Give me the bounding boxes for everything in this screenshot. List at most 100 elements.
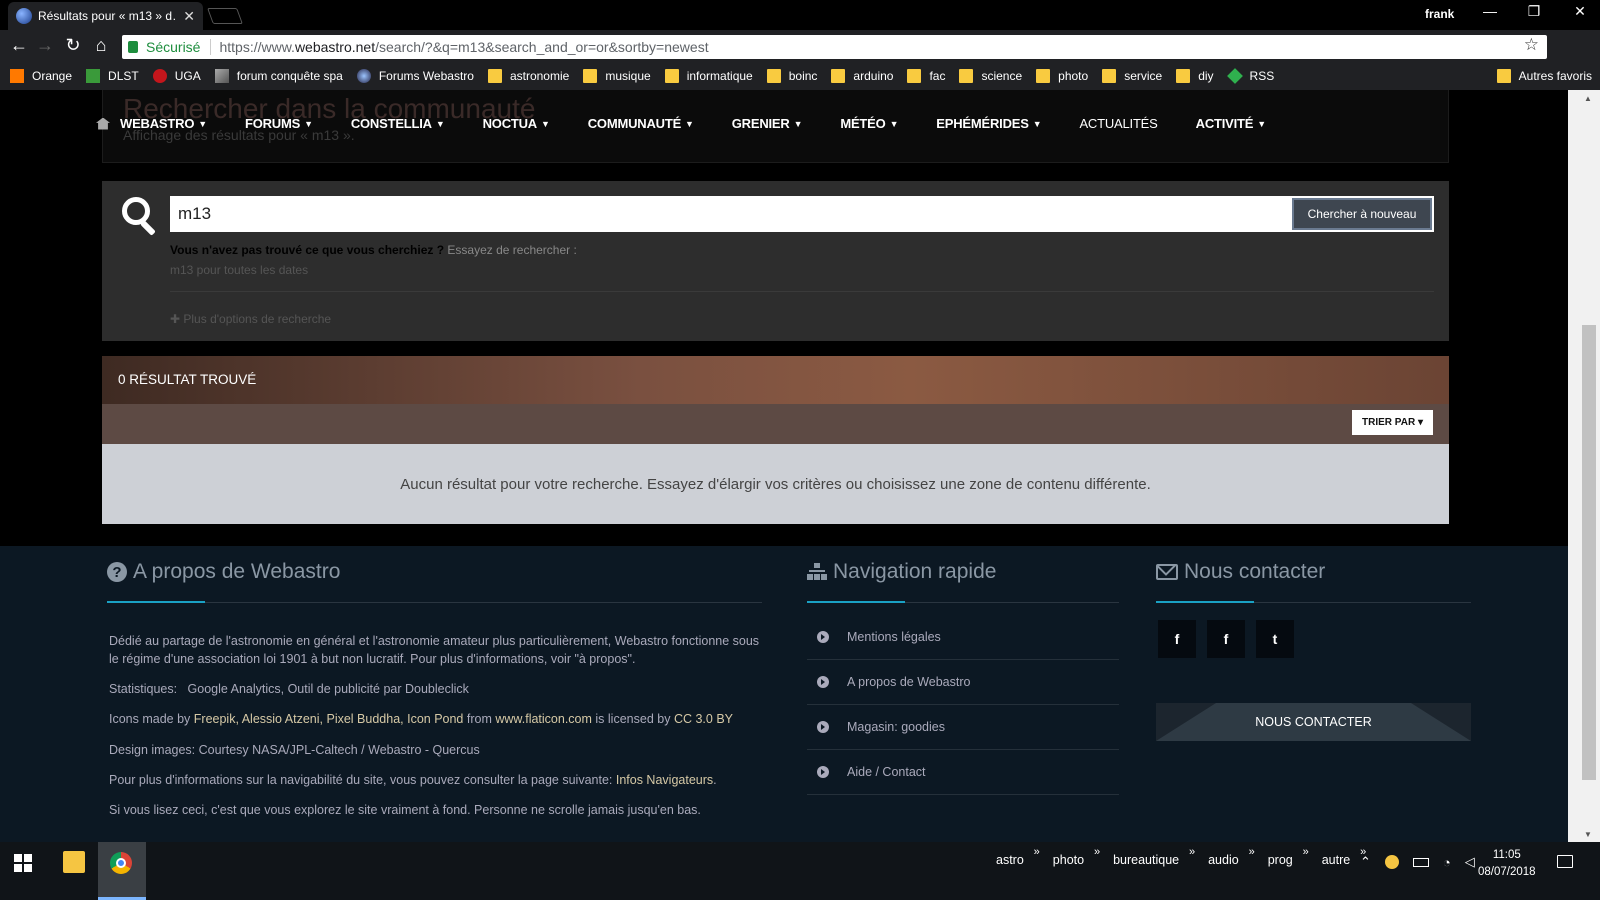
nav-item-label: MÉTÉO bbox=[840, 116, 886, 131]
chrome-taskbar-button[interactable] bbox=[98, 842, 146, 900]
quick-nav-link[interactable]: Magasin: goodies bbox=[807, 705, 1119, 750]
contact-button[interactable]: NOUS CONTACTER bbox=[1156, 703, 1471, 741]
infos-navigateurs-link[interactable]: Infos Navigateurs bbox=[616, 773, 713, 787]
bookmark-item[interactable]: fac bbox=[907, 69, 945, 83]
toolbar-label: astro bbox=[996, 853, 1024, 867]
facebook-icon[interactable]: f bbox=[1158, 620, 1196, 658]
bookmark-item[interactable]: science bbox=[959, 69, 1022, 83]
bookmark-item[interactable]: diy bbox=[1176, 69, 1214, 83]
taskbar-toolbar[interactable]: bureautique » bbox=[1113, 846, 1195, 867]
icons-authors-link[interactable]: Freepik, Alessio Atzeni, Pixel Buddha, I… bbox=[194, 712, 464, 726]
bookmark-item[interactable]: arduino bbox=[831, 69, 893, 83]
system-tray: ⌃ ◔ ◁ bbox=[1360, 854, 1475, 870]
toolbar-label: prog bbox=[1267, 853, 1293, 867]
other-bookmarks[interactable]: Autres favoris bbox=[1496, 69, 1592, 83]
nav-item[interactable]: COMMUNAUTÉ ▼ bbox=[588, 116, 694, 131]
facebook-icon[interactable]: f bbox=[1207, 620, 1245, 658]
profile-name[interactable]: frank bbox=[1425, 7, 1454, 21]
browser-tab[interactable]: Résultats pour « m13 » d… ✕ bbox=[8, 2, 203, 30]
page-content: Rechercher dans la communauté Affichage … bbox=[0, 90, 1568, 842]
nav-item[interactable]: ACTUALITÉS bbox=[1079, 116, 1157, 131]
all-dates-link[interactable]: m13 pour toutes les dates bbox=[170, 263, 308, 277]
forward-icon[interactable]: → bbox=[34, 35, 56, 56]
reload-icon[interactable]: ↻ bbox=[62, 35, 84, 56]
bookmark-item[interactable]: boinc bbox=[766, 69, 818, 83]
search-input[interactable] bbox=[170, 196, 1434, 232]
envelope-icon bbox=[1156, 564, 1178, 580]
nav-item[interactable]: FORUMS ▼ bbox=[245, 116, 313, 131]
taskbar-toolbar[interactable]: autre» bbox=[1322, 846, 1367, 867]
bookmark-item[interactable]: forum conquête spa bbox=[214, 69, 343, 83]
clock[interactable]: 11:05 08/07/2018 bbox=[1478, 847, 1536, 881]
nav-item[interactable]: GRENIER ▼ bbox=[732, 116, 803, 131]
minimize-icon[interactable]: — bbox=[1470, 3, 1510, 19]
back-icon[interactable]: ← bbox=[8, 35, 30, 56]
taskbar-toolbar[interactable]: audio » bbox=[1208, 846, 1255, 867]
taskbar-toolbar[interactable]: photo » bbox=[1053, 846, 1100, 867]
search-again-button[interactable]: Chercher à nouveau bbox=[1292, 198, 1432, 230]
taskbar-toolbar[interactable]: astro » bbox=[996, 846, 1040, 867]
notifications-icon[interactable] bbox=[1557, 855, 1573, 868]
norton-icon[interactable] bbox=[1384, 855, 1399, 869]
close-window-icon[interactable]: ✕ bbox=[1560, 3, 1600, 20]
bookmark-item[interactable]: informatique bbox=[664, 69, 753, 83]
about-title: A propos de Webastro bbox=[133, 560, 341, 583]
nav-item[interactable]: EPHÉMÉRIDES ▼ bbox=[936, 116, 1041, 131]
url-bar[interactable]: Sécurisé https://www.webastro.net/search… bbox=[122, 35, 1547, 59]
sort-by-button[interactable]: TRIER PAR ▾ bbox=[1352, 410, 1433, 435]
quick-nav-link[interactable]: Aide / Contact bbox=[807, 750, 1119, 795]
scroll-down-icon[interactable]: ▼ bbox=[1584, 830, 1592, 839]
restore-icon[interactable]: ❐ bbox=[1514, 3, 1554, 20]
more-options-link[interactable]: ✚ Plus d'options de recherche bbox=[170, 312, 331, 326]
caret-down-icon: ▼ bbox=[304, 118, 313, 129]
easter-egg-text: Si vous lisez ceci, c'est que vous explo… bbox=[109, 803, 701, 817]
new-tab-button[interactable] bbox=[207, 8, 243, 24]
scroll-up-icon[interactable]: ▲ bbox=[1584, 94, 1592, 103]
volume-icon[interactable]: ◁ bbox=[1465, 854, 1475, 870]
tab-title: Résultats pour « m13 » d… bbox=[38, 9, 178, 23]
taskbar-toolbar[interactable]: prog » bbox=[1267, 846, 1309, 867]
bookmark-item[interactable]: Forums Webastro bbox=[356, 69, 474, 83]
about-text: Dédié au partage de l'astronomie en géné… bbox=[109, 634, 760, 666]
battery-icon[interactable] bbox=[1412, 857, 1429, 867]
url-text: https://www.webastro.net/search/?&q=m13&… bbox=[219, 39, 708, 55]
quick-nav-heading: Navigation rapide bbox=[807, 560, 996, 584]
bookmark-label: forum conquête spa bbox=[236, 69, 343, 83]
bookmark-item[interactable]: DLST bbox=[86, 69, 139, 83]
bookmark-item[interactable]: service bbox=[1102, 69, 1162, 83]
quick-nav-link[interactable]: Mentions légales bbox=[807, 615, 1119, 660]
close-tab-icon[interactable]: ✕ bbox=[183, 8, 195, 25]
bookmark-item[interactable]: UGA bbox=[152, 69, 201, 83]
url-domain: webastro.net bbox=[294, 39, 376, 55]
license-link[interactable]: CC 3.0 BY bbox=[674, 712, 733, 726]
flaticon-link[interactable]: www.flaticon.com bbox=[495, 712, 592, 726]
nav-item-label: EPHÉMÉRIDES bbox=[936, 116, 1029, 131]
quick-nav-link[interactable]: A propos de Webastro bbox=[807, 660, 1119, 705]
chrome-icon bbox=[110, 852, 132, 874]
nav-item[interactable]: CONSTELLIA ▼ bbox=[351, 116, 445, 131]
windows-start-icon[interactable] bbox=[14, 854, 32, 872]
nav-item[interactable]: WEBASTRO ▼ bbox=[96, 116, 207, 131]
bookmark-item[interactable]: RSS bbox=[1226, 68, 1274, 84]
chevron-up-icon[interactable]: ⌃ bbox=[1360, 854, 1371, 870]
bookmark-star-icon[interactable]: ☆ bbox=[1524, 35, 1539, 55]
bookmark-item[interactable]: musique bbox=[583, 69, 651, 83]
uga-icon bbox=[152, 69, 167, 83]
file-explorer-icon[interactable] bbox=[63, 851, 85, 873]
bookmark-label: musique bbox=[605, 69, 651, 83]
bookmark-item[interactable]: astronomie bbox=[487, 69, 569, 83]
nav-item[interactable]: ACTIVITÉ ▼ bbox=[1196, 116, 1267, 131]
not-found-question: Vous n'avez pas trouvé ce que vous cherc… bbox=[170, 243, 445, 257]
nav-item-label: COMMUNAUTÉ bbox=[587, 116, 682, 131]
wifi-icon[interactable]: ◔ bbox=[1443, 855, 1451, 870]
bookmark-item[interactable]: Orange bbox=[10, 69, 72, 83]
bookmark-label: UGA bbox=[174, 69, 201, 83]
scrollbar-thumb[interactable] bbox=[1582, 325, 1596, 780]
home-icon[interactable]: ⌂ bbox=[90, 35, 112, 56]
nav-item[interactable]: NOCTUA ▼ bbox=[483, 116, 550, 131]
page-scrollbar[interactable]: ▲ ▼ bbox=[1568, 90, 1600, 842]
twitter-icon[interactable]: t bbox=[1256, 620, 1294, 658]
bookmark-label: boinc bbox=[788, 69, 818, 83]
bookmark-item[interactable]: photo bbox=[1036, 69, 1088, 83]
nav-item[interactable]: MÉTÉO ▼ bbox=[840, 116, 898, 131]
